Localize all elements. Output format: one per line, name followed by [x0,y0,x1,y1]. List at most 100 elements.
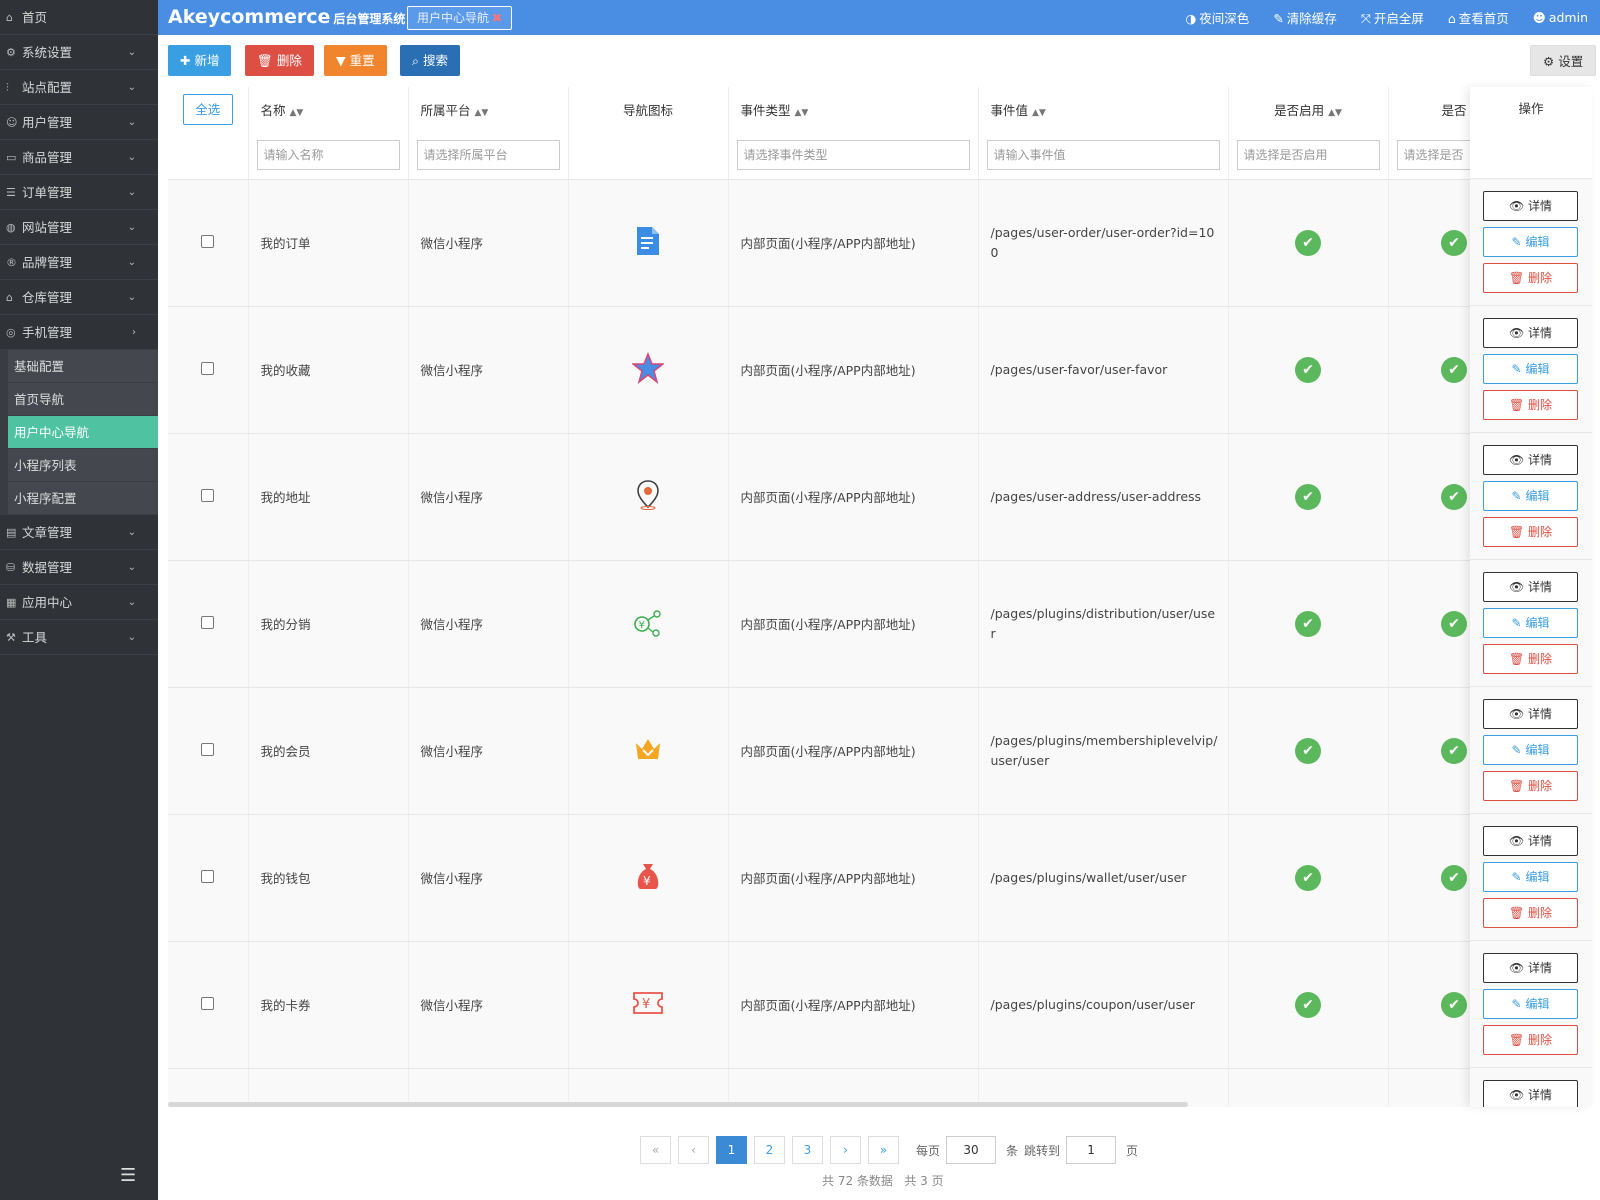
check-circle-icon[interactable]: ✔ [1295,356,1321,383]
search-button[interactable]: ⌕ 搜索 [400,45,461,76]
prev-page-button[interactable]: ‹ [678,1136,709,1164]
column-header-event-type[interactable]: 事件类型 ▲▼ [728,87,979,131]
add-button[interactable]: ✚ 新增 [168,45,232,76]
platform-filter-select[interactable]: 请选择所属平台 [416,139,560,170]
horizontal-scrollbar[interactable] [168,1102,1188,1107]
column-header-enabled[interactable]: 是否启用 ▲▼ [1228,87,1389,131]
row-checkbox[interactable] [201,488,215,502]
detail-button[interactable]: 👁 详情 [1483,826,1578,856]
topbar-action[interactable]: ☻ admin [1533,10,1588,25]
sidebar-item-menu[interactable]: ◍ 网站管理 ⌄ [0,210,158,245]
detail-button[interactable]: 👁 详情 [1483,445,1578,475]
check-circle-icon[interactable]: ✔ [1441,229,1467,256]
sidebar-subitem[interactable]: 用户中心导航 [0,416,158,449]
topbar-action[interactable]: ✎ 清除缓存 [1273,8,1337,27]
sidebar-item-menu[interactable]: ® 品牌管理 ⌄ [0,245,158,280]
extra-filter-select[interactable]: 请选择是否 [1396,139,1470,170]
topbar-action[interactable]: ◑ 夜间深色 [1185,8,1249,27]
edit-button[interactable]: ✎ 编辑 [1483,989,1578,1019]
topbar-action[interactable]: ⤧ 开启全屏 [1361,8,1424,27]
edit-button[interactable]: ✎ 编辑 [1483,481,1578,511]
sidebar-item-menu[interactable]: ⚙ 系统设置 ⌄ [0,35,158,70]
check-circle-icon[interactable]: ✔ [1441,483,1467,510]
sidebar-subitem[interactable]: 基础配置 [0,350,158,383]
row-checkbox[interactable] [201,234,215,248]
sidebar-subitem[interactable]: 小程序列表 [0,449,158,482]
check-circle-icon[interactable]: ✔ [1295,737,1321,764]
check-circle-icon[interactable]: ✔ [1441,991,1467,1018]
edit-button[interactable]: ✎ 编辑 [1483,862,1578,892]
row-checkbox[interactable] [201,996,215,1010]
detail-button[interactable]: 👁 详情 [1483,191,1578,221]
column-header-event-value[interactable]: 事件值 ▲▼ [978,87,1229,131]
delete-row-button[interactable]: 🗑 删除 [1483,390,1578,420]
sidebar-item-menu[interactable]: ⚒ 工具 ⌄ [0,620,158,655]
check-circle-icon[interactable]: ✔ [1295,864,1321,891]
select-all-button[interactable]: 全选 [182,93,233,125]
sidebar-item-menu[interactable]: ▭ 商品管理 ⌄ [0,140,158,175]
check-circle-icon[interactable]: ✔ [1295,229,1321,256]
detail-button[interactable]: 👁 详情 [1483,318,1578,348]
sidebar-subitem[interactable]: 小程序配置 [0,482,158,515]
row-checkbox[interactable] [201,869,215,883]
enabled-filter-select[interactable]: 请选择是否启用 [1236,139,1380,170]
detail-button[interactable]: 👁 详情 [1483,699,1578,729]
sort-icon[interactable]: ▲▼ [290,108,304,118]
sidebar-item-menu[interactable]: ⌂ 仓库管理 ⌄ [0,280,158,315]
delete-button[interactable]: 🗑 删除 [245,45,314,76]
sort-icon[interactable]: ▲▼ [475,108,489,118]
page-button[interactable]: 1 [716,1136,747,1164]
sort-icon[interactable]: ▲▼ [1328,108,1342,118]
close-icon[interactable]: ✖ [492,11,502,25]
sidebar-item-home[interactable]: ⌂ 首页 [0,0,158,35]
last-page-button[interactable]: » [868,1136,899,1164]
topbar-action[interactable]: ⌂ 查看首页 [1448,8,1509,27]
detail-button[interactable]: 👁 详情 [1483,572,1578,602]
sidebar-item-menu[interactable]: ▦ 应用中心 ⌄ [0,585,158,620]
edit-button[interactable]: ✎ 编辑 [1483,608,1578,638]
check-circle-icon[interactable]: ✔ [1441,864,1467,891]
first-page-button[interactable]: « [640,1136,671,1164]
delete-row-button[interactable]: 🗑 删除 [1483,898,1578,928]
row-checkbox[interactable] [201,615,215,629]
delete-row-button[interactable]: 🗑 删除 [1483,644,1578,674]
jump-page-input[interactable]: 1 [1066,1136,1117,1164]
sort-icon[interactable]: ▲▼ [1032,108,1046,118]
event-type-filter-select[interactable]: 请选择事件类型 [736,139,970,170]
name-filter-input[interactable]: 请输入名称 [256,139,400,170]
edit-button[interactable]: ✎ 编辑 [1483,735,1578,765]
sort-icon[interactable]: ▲▼ [795,108,809,118]
detail-button[interactable]: 👁 详情 [1483,953,1578,983]
check-circle-icon[interactable]: ✔ [1295,483,1321,510]
delete-row-button[interactable]: 🗑 删除 [1483,1025,1578,1055]
open-tab[interactable]: 用户中心导航 ✖ [407,6,513,30]
column-header-extra[interactable]: 是否 [1388,87,1470,131]
next-page-button[interactable]: › [830,1136,861,1164]
page-button[interactable]: 3 [792,1136,823,1164]
edit-button[interactable]: ✎ 编辑 [1483,354,1578,384]
check-circle-icon[interactable]: ✔ [1295,991,1321,1018]
collapse-sidebar-icon[interactable]: ☰ [120,1165,136,1186]
reset-button[interactable]: ▼ 重置 [324,45,387,76]
check-circle-icon[interactable]: ✔ [1295,610,1321,637]
sidebar-item-menu[interactable]: ◎ 手机管理 › [0,315,158,350]
page-button[interactable]: 2 [754,1136,785,1164]
check-circle-icon[interactable]: ✔ [1441,737,1467,764]
brand-logo[interactable]: Akeycommerce 后台管理系统 [168,6,405,28]
sidebar-item-menu[interactable]: ⫶ 站点配置 ⌄ [0,70,158,105]
sidebar-item-menu[interactable]: ☺ 用户管理 ⌄ [0,105,158,140]
settings-button[interactable]: ⚙ 设置 [1530,45,1597,76]
row-checkbox[interactable] [201,361,215,375]
event-value-filter-input[interactable]: 请输入事件值 [986,139,1220,170]
column-header-platform[interactable]: 所属平台 ▲▼ [408,87,569,131]
sidebar-item-menu[interactable]: ▤ 文章管理 ⌄ [0,515,158,550]
sidebar-subitem[interactable]: 首页导航 [0,383,158,416]
sidebar-item-menu[interactable]: ⛁ 数据管理 ⌄ [0,550,158,585]
delete-row-button[interactable]: 🗑 删除 [1483,771,1578,801]
detail-button[interactable]: 👁 详情 [1483,1080,1578,1107]
column-header-name[interactable]: 名称 ▲▼ [248,87,409,131]
check-circle-icon[interactable]: ✔ [1441,610,1467,637]
delete-row-button[interactable]: 🗑 删除 [1483,263,1578,293]
sidebar-item-menu[interactable]: ☰ 订单管理 ⌄ [0,175,158,210]
check-circle-icon[interactable]: ✔ [1441,356,1467,383]
